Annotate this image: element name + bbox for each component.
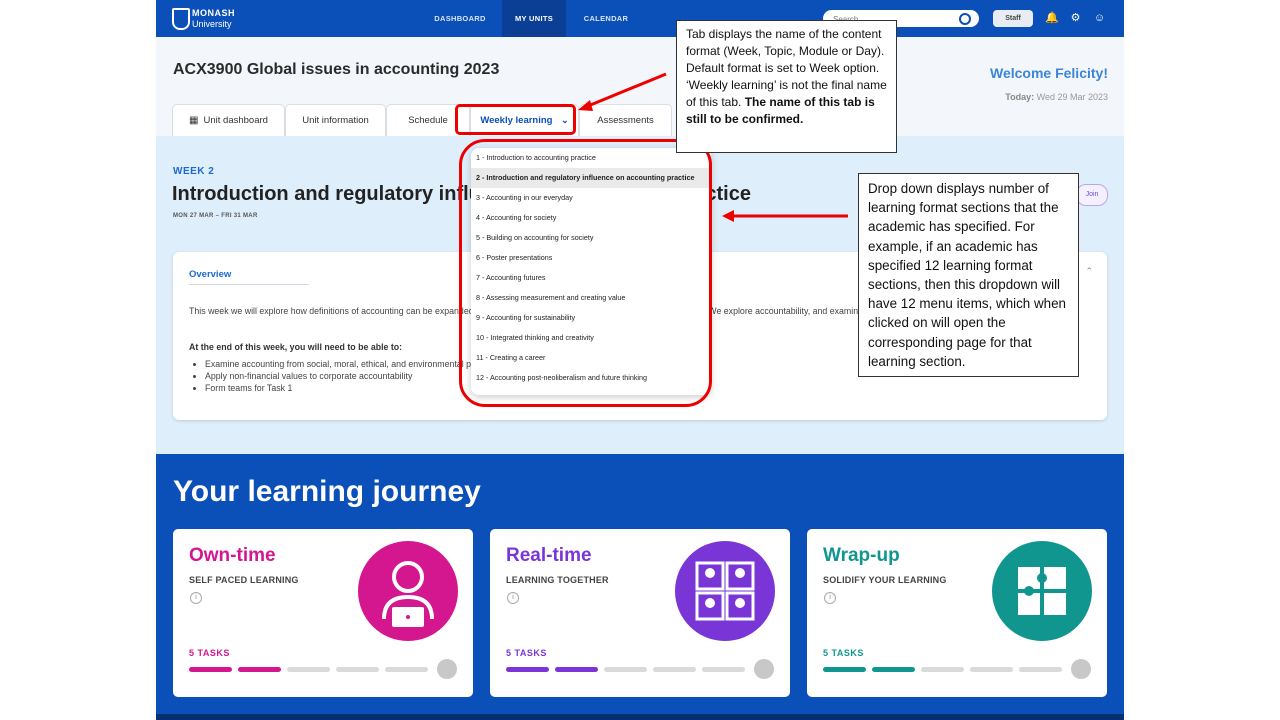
dropdown-item[interactable]: 8 - Assessing measurement and creating v… — [471, 288, 711, 308]
dropdown-item[interactable]: 6 - Poster presentations — [471, 248, 711, 268]
list-item: Apply non-financial values to corporate … — [205, 370, 516, 382]
progress-segment — [653, 667, 696, 672]
progress-segment — [385, 667, 428, 672]
dropdown-item[interactable]: 7 - Accounting futures — [471, 268, 711, 288]
progress-segment — [238, 667, 281, 672]
puzzle-icon — [992, 541, 1092, 641]
welcome-message: Welcome Felicity! — [989, 65, 1108, 81]
weekly-learning-dropdown: 1 - Introduction to accounting practice … — [471, 148, 711, 395]
progress-bar — [823, 667, 1063, 672]
dropdown-item[interactable]: 9 - Accounting for sustainability — [471, 308, 711, 328]
progress-segment — [604, 667, 647, 672]
dropdown-callout: Drop down displays number of learning fo… — [858, 173, 1079, 377]
chevron-down-icon: ⌄ — [561, 115, 569, 125]
dropdown-item[interactable]: 2 - Introduction and regulatory influenc… — [471, 168, 711, 188]
card-real-time[interactable]: Real-time LEARNING TOGETHER i 5 TASKS — [490, 529, 790, 697]
progress-segment — [555, 667, 598, 672]
callout-text: Drop down displays number of learning fo… — [868, 181, 1066, 369]
nav-tab-dashboard[interactable]: DASHBOARD — [418, 0, 502, 37]
today-value: Wed 29 Mar 2023 — [1036, 92, 1108, 102]
progress-bar — [506, 667, 746, 672]
tab-label: Unit dashboard — [203, 115, 268, 126]
logo-line1: MONASH — [192, 8, 235, 18]
info-icon[interactable]: i — [507, 592, 519, 604]
user-icon[interactable]: ☺ — [1093, 11, 1106, 25]
gear-icon[interactable]: ⚙ — [1069, 11, 1082, 25]
search-icon[interactable] — [959, 13, 971, 25]
progress-segment — [287, 667, 330, 672]
info-icon[interactable]: i — [824, 592, 836, 604]
dropdown-item[interactable]: 10 - Integrated thinking and creativity — [471, 328, 711, 348]
tab-assessments[interactable]: Assessments — [579, 104, 672, 136]
join-button[interactable]: Join — [1076, 184, 1108, 206]
overview-tab[interactable]: Overview — [189, 269, 231, 280]
week-dates: MON 27 MAR – FRI 31 MAR — [173, 213, 258, 219]
status-dot — [754, 659, 774, 679]
staff-button[interactable]: Staff — [993, 10, 1033, 27]
progress-segment — [872, 667, 915, 672]
status-dot — [437, 659, 457, 679]
dropdown-item[interactable]: 5 - Building on accounting for society — [471, 228, 711, 248]
progress-segment — [506, 667, 549, 672]
task-count: 5 TASKS — [506, 648, 547, 658]
today-label: Today: — [1005, 92, 1035, 102]
tab-callout: Tab displays the name of the content for… — [676, 20, 897, 153]
tab-unit-dashboard[interactable]: ▦ Unit dashboard — [172, 104, 285, 136]
list-item: Examine accounting from social, moral, e… — [205, 358, 516, 370]
info-icon[interactable]: i — [190, 592, 202, 604]
today-date: Today: Wed 29 Mar 2023 — [1005, 92, 1108, 102]
progress-segment — [336, 667, 379, 672]
card-title: Real-time — [506, 545, 592, 566]
card-title: Wrap-up — [823, 545, 900, 566]
progress-segment — [823, 667, 866, 672]
dropdown-item[interactable]: 4 - Accounting for society — [471, 208, 711, 228]
overview-heading: At the end of this week, you will need t… — [189, 342, 403, 352]
learning-journey-section: Your learning journey Own-time SELF PACE… — [156, 454, 1124, 720]
dropdown-item[interactable]: 11 - Creating a career — [471, 348, 711, 368]
chevron-icon[interactable]: ⌃ — [1085, 266, 1093, 277]
tab-weekly-learning[interactable]: Weekly learning ⌄ — [470, 104, 579, 136]
person-laptop-icon — [358, 541, 458, 641]
progress-bar — [189, 667, 429, 672]
task-count: 5 TASKS — [823, 648, 864, 658]
tab-label: Weekly learning — [480, 115, 553, 126]
unit-title: ACX3900 Global issues in accounting 2023 — [173, 61, 500, 78]
monash-logo[interactable]: MONASH University — [172, 6, 244, 32]
card-subtitle: SOLIDIFY YOUR LEARNING — [823, 575, 947, 585]
tab-unit-information[interactable]: Unit information — [285, 104, 386, 136]
grid-icon: ▦ — [189, 115, 199, 126]
dropdown-item[interactable]: 3 - Accounting in our everyday — [471, 188, 711, 208]
card-subtitle: LEARNING TOGETHER — [506, 575, 609, 585]
progress-segment — [970, 667, 1013, 672]
progress-segment — [702, 667, 745, 672]
progress-segment — [921, 667, 964, 672]
overview-divider — [189, 284, 309, 285]
list-item: Form teams for Task 1 — [205, 382, 516, 394]
task-count: 5 TASKS — [189, 648, 230, 658]
tab-schedule[interactable]: Schedule — [386, 104, 470, 136]
dropdown-item[interactable]: 12 - Accounting post-neoliberalism and f… — [471, 368, 711, 388]
dropdown-item[interactable]: 1 - Introduction to accounting practice — [471, 148, 711, 168]
video-call-icon — [675, 541, 775, 641]
objectives-list: Examine accounting from social, moral, e… — [189, 358, 516, 394]
week-label: WEEK 2 — [173, 166, 215, 177]
bell-icon[interactable]: 🔔 — [1045, 11, 1059, 25]
nav-tab-my-units[interactable]: MY UNITS — [502, 0, 566, 37]
top-nav-bar: MONASH University DASHBOARD MY UNITS CAL… — [156, 0, 1124, 37]
status-dot — [1071, 659, 1091, 679]
shield-icon — [172, 8, 190, 30]
journey-title: Your learning journey — [173, 475, 481, 508]
card-own-time[interactable]: Own-time SELF PACED LEARNING i 5 TASKS — [173, 529, 473, 697]
card-wrap-up[interactable]: Wrap-up SOLIDIFY YOUR LEARNING i 5 TASKS — [807, 529, 1107, 697]
progress-segment — [189, 667, 232, 672]
progress-segment — [1019, 667, 1062, 672]
footer-strip — [156, 714, 1124, 720]
card-subtitle: SELF PACED LEARNING — [189, 575, 299, 585]
logo-line2: University — [192, 19, 232, 29]
card-title: Own-time — [189, 545, 276, 566]
nav-tab-calendar[interactable]: CALENDAR — [566, 0, 646, 37]
